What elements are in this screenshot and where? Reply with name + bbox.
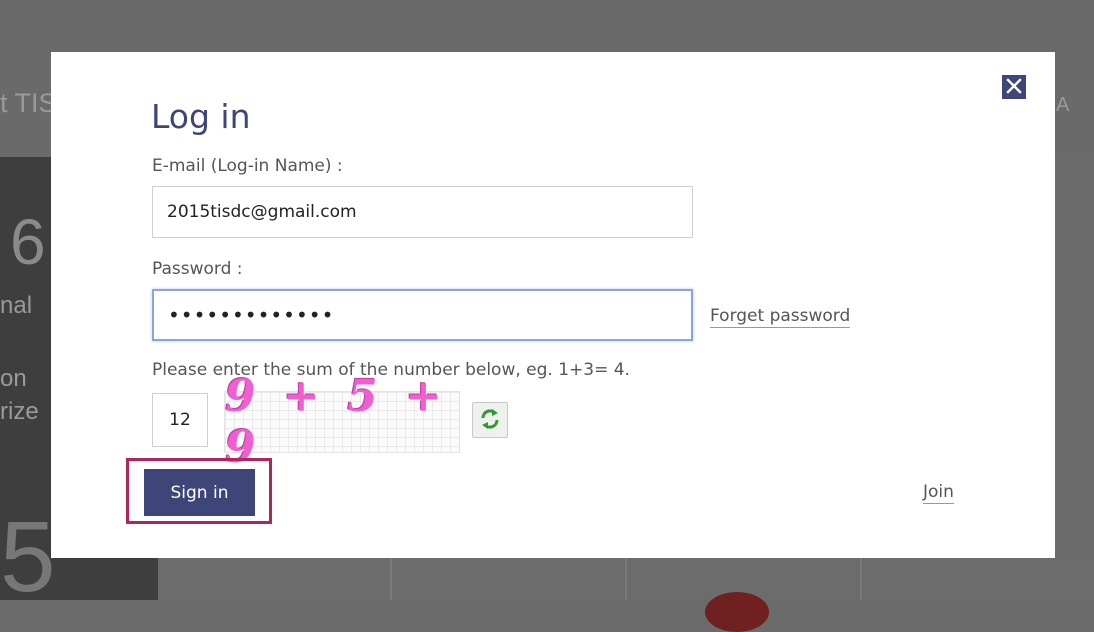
- background-divider: [625, 557, 627, 600]
- background-text: on: [0, 365, 27, 392]
- password-label: Password :: [152, 259, 243, 279]
- sign-in-button[interactable]: Sign in: [144, 469, 255, 516]
- background-divider: [390, 557, 392, 600]
- email-label: E-mail (Log-in Name) :: [152, 156, 343, 176]
- forget-password-link[interactable]: Forget password: [710, 306, 851, 328]
- background-text: rize: [0, 398, 39, 425]
- background-text: 5: [0, 501, 56, 613]
- captcha-refresh-button[interactable]: [472, 402, 508, 438]
- background-text: t TIS: [0, 88, 57, 118]
- background-text: 6: [10, 206, 46, 278]
- dialog-title: Log in: [151, 97, 251, 136]
- refresh-icon: [477, 406, 503, 435]
- join-link[interactable]: Join: [923, 482, 954, 504]
- password-field[interactable]: [152, 289, 693, 341]
- background-divider: [860, 557, 862, 600]
- close-icon: [1006, 77, 1022, 97]
- close-button[interactable]: [1002, 75, 1026, 99]
- background-text: A: [1056, 94, 1070, 116]
- captcha-image: 9 + 5 + 9: [224, 371, 460, 473]
- background-text: nal: [0, 292, 33, 319]
- captcha-answer-field[interactable]: [152, 393, 208, 447]
- login-dialog: Log in E-mail (Log-in Name) : Password :…: [51, 52, 1055, 558]
- background-graphic: [705, 592, 769, 632]
- email-field[interactable]: [152, 186, 693, 238]
